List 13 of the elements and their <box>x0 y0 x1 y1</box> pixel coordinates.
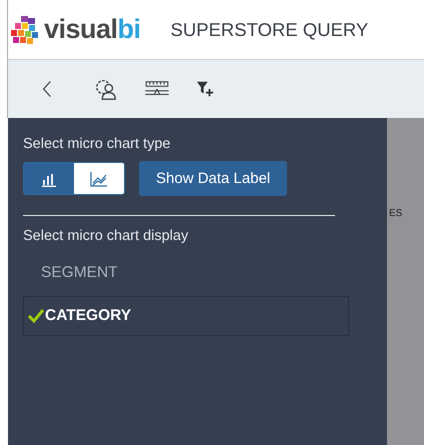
list-item[interactable]: SEGMENT <box>23 256 372 290</box>
list-item[interactable]: CATEGORY <box>23 296 349 336</box>
show-data-label-button[interactable]: Show Data Label <box>139 161 288 196</box>
line-chart-toggle[interactable] <box>74 163 124 194</box>
chart-display-label: Select micro chart display <box>23 228 190 244</box>
chart-type-label: Select micro chart type <box>23 136 172 152</box>
line-chart-icon <box>90 170 108 186</box>
app-title: SUPERSTORE QUERY <box>170 18 368 40</box>
column-heading: ES <box>389 208 402 219</box>
logo-wordmark: visualbi <box>44 14 141 45</box>
cubes-logo-icon <box>11 14 41 44</box>
bar-chart-toggle[interactable] <box>24 163 74 194</box>
check-icon <box>28 309 44 323</box>
